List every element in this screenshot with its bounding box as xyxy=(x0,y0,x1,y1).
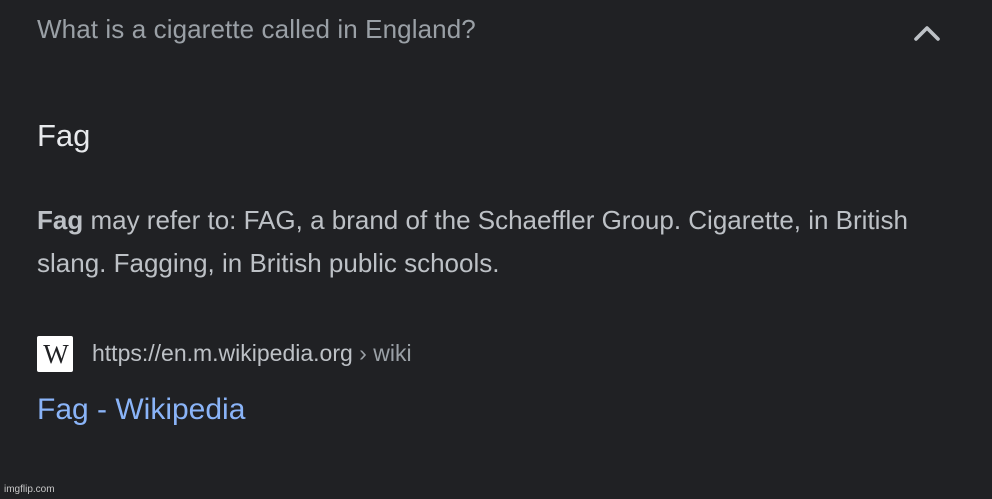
url-domain: https://en.m.wikipedia.org xyxy=(92,340,353,366)
snippet-bold-term: Fag xyxy=(37,205,84,235)
question-header[interactable]: What is a cigarette called in England? xyxy=(0,0,992,68)
result-title-link[interactable]: Fag - Wikipedia xyxy=(37,393,245,427)
question-text[interactable]: What is a cigarette called in England? xyxy=(37,14,476,45)
source-row[interactable]: W https://en.m.wikipedia.org › wiki xyxy=(37,336,637,372)
chevron-up-icon[interactable] xyxy=(911,22,943,44)
snippet-text: may refer to: FAG, a brand of the Schaef… xyxy=(37,205,908,278)
source-url[interactable]: https://en.m.wikipedia.org › wiki xyxy=(92,340,412,367)
url-breadcrumb: › wiki xyxy=(352,340,412,366)
imgflip-watermark: imgflip.com xyxy=(4,484,55,495)
wikipedia-icon: W xyxy=(37,336,73,372)
favicon-letter: W xyxy=(43,339,68,369)
answer-title: Fag xyxy=(37,118,91,153)
answer-snippet: Fag may refer to: FAG, a brand of the Sc… xyxy=(37,199,967,285)
